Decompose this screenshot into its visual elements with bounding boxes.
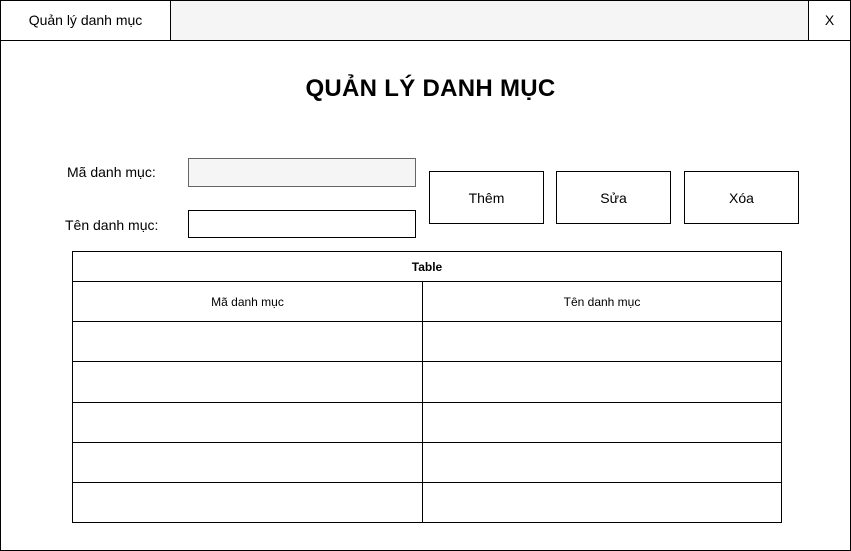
category-code-input[interactable] xyxy=(188,158,416,187)
close-button[interactable]: X xyxy=(808,1,850,40)
column-header-name: Tên danh mục xyxy=(421,281,783,323)
table-cell-name[interactable] xyxy=(421,361,783,403)
table-cell-code[interactable] xyxy=(72,401,423,443)
category-name-label: Tên danh mục: xyxy=(65,217,159,233)
table-cell-name[interactable] xyxy=(421,401,783,443)
table-row[interactable] xyxy=(72,321,783,363)
title-bar: Quản lý danh mục X xyxy=(1,1,850,41)
table-cell-name[interactable] xyxy=(421,481,783,524)
table-caption: Table xyxy=(71,250,783,283)
page-title: QUẢN LÝ DANH MỤC xyxy=(305,75,556,102)
table-row[interactable] xyxy=(72,481,783,524)
delete-button[interactable]: Xóa xyxy=(684,171,799,224)
column-header-code: Mã danh mục xyxy=(72,281,423,323)
table-row[interactable] xyxy=(72,361,783,403)
add-button[interactable]: Thêm xyxy=(429,171,544,224)
table-cell-code[interactable] xyxy=(72,321,423,363)
table-row[interactable] xyxy=(72,441,783,483)
window-tab[interactable]: Quản lý danh mục xyxy=(1,1,171,40)
category-code-label: Mã danh mục: xyxy=(67,164,156,180)
table-cell-name[interactable] xyxy=(421,441,783,483)
category-table: Table Mã danh mục Tên danh mục xyxy=(71,250,783,524)
app-window: Quản lý danh mục X QUẢN LÝ DANH MỤC Mã d… xyxy=(0,0,851,551)
table-cell-code[interactable] xyxy=(72,481,423,524)
table-cell-code[interactable] xyxy=(72,441,423,483)
edit-button[interactable]: Sửa xyxy=(556,171,671,224)
table-cell-name[interactable] xyxy=(421,321,783,363)
table-row[interactable] xyxy=(72,401,783,443)
table-cell-code[interactable] xyxy=(72,361,423,403)
table-header-row: Mã danh mục Tên danh mục xyxy=(72,281,783,323)
category-name-input[interactable] xyxy=(188,210,416,238)
